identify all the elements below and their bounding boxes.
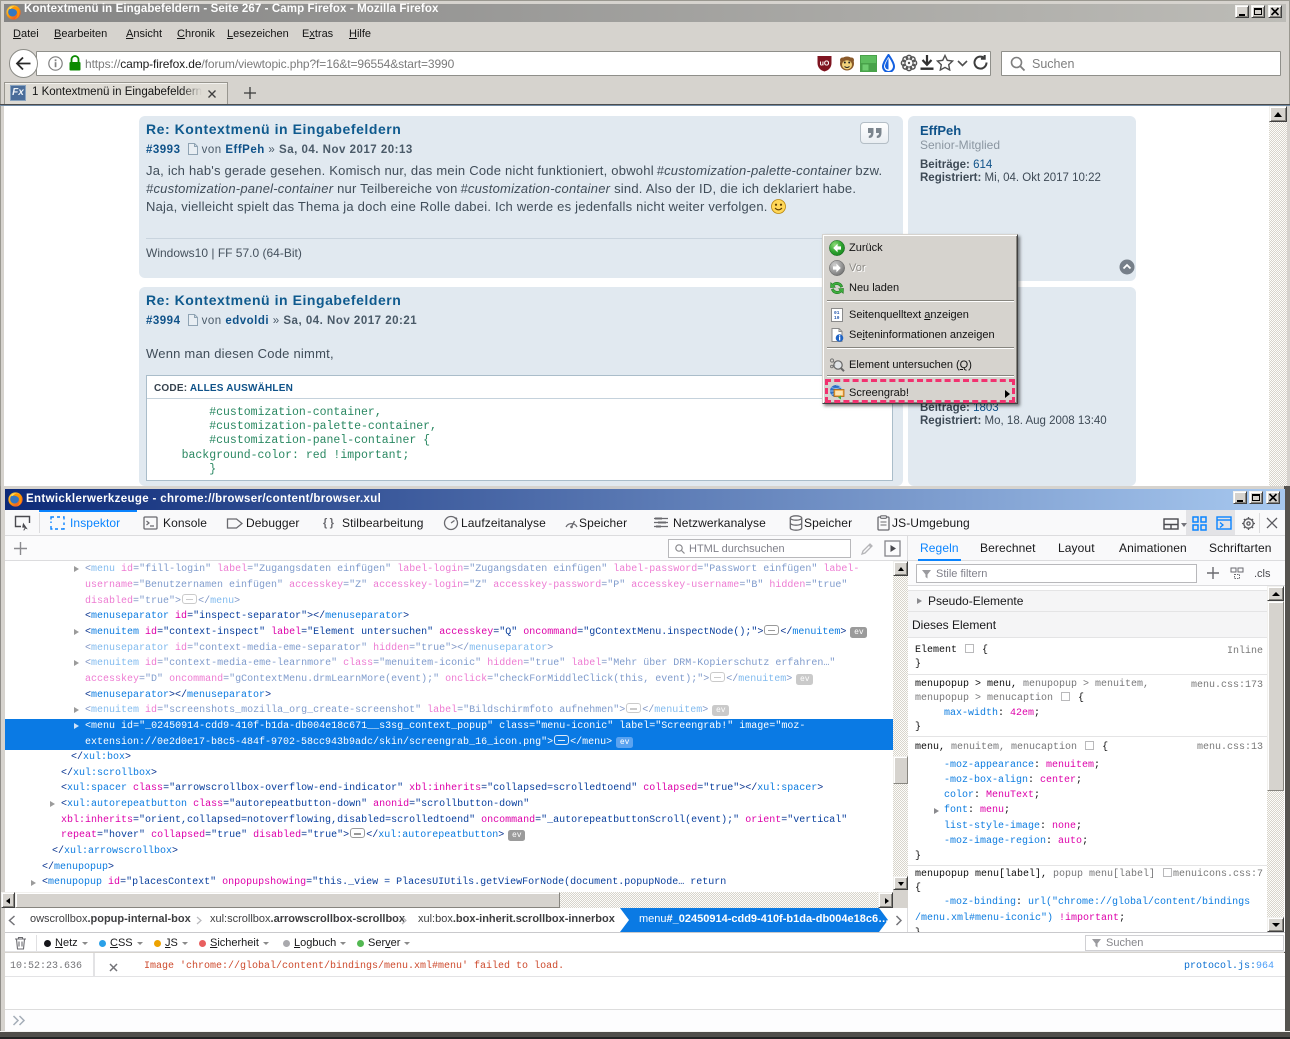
- svg-text:10: 10: [834, 315, 840, 321]
- svg-text:uO: uO: [820, 61, 830, 68]
